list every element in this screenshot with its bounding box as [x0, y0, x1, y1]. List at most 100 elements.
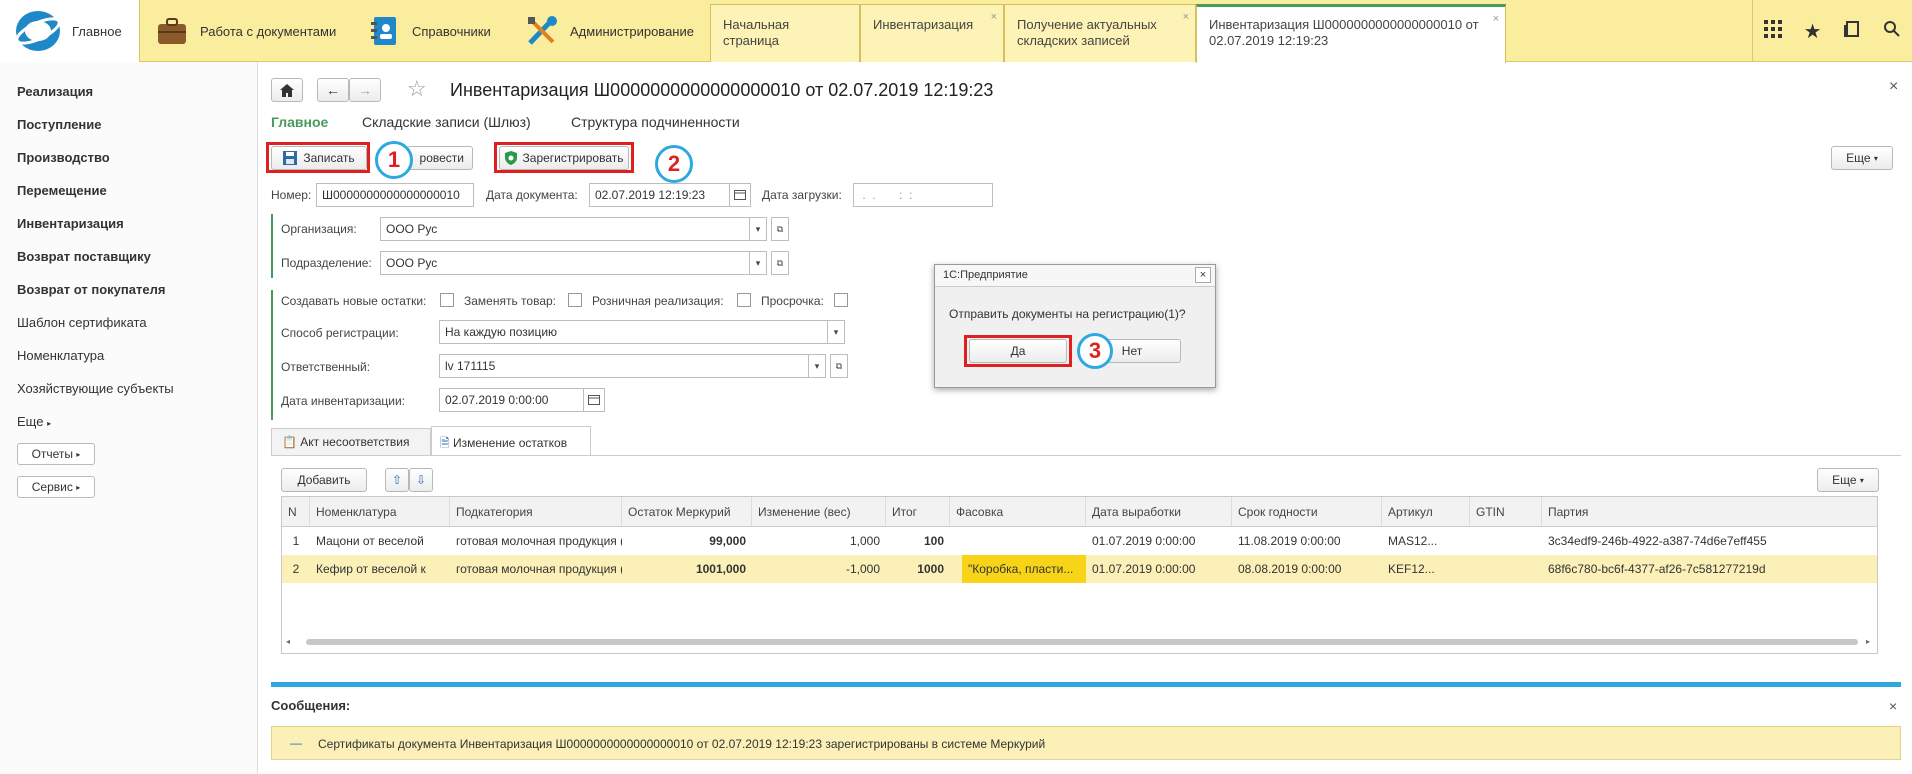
tab-start-page[interactable]: Начальная страница: [710, 4, 860, 62]
home-button[interactable]: [271, 78, 303, 102]
column-header[interactable]: Остаток Меркурий: [622, 497, 752, 527]
form-tab-structure[interactable]: Структура подчиненности: [571, 114, 740, 130]
table-cell[interactable]: 2: [282, 555, 310, 583]
section-references[interactable]: Справочники: [352, 0, 512, 62]
sidebar-item-sales[interactable]: Реализация: [17, 84, 93, 99]
table-cell[interactable]: [950, 527, 1086, 555]
sidebar-item-cert-template[interactable]: Шаблон сертификата: [17, 315, 147, 330]
add-button[interactable]: Добавить: [281, 468, 367, 492]
retail-checkbox[interactable]: [737, 293, 751, 307]
chevron-down-icon[interactable]: ▾: [827, 320, 845, 344]
column-header[interactable]: Дата выработки: [1086, 497, 1232, 527]
table-cell[interactable]: [1470, 527, 1542, 555]
subtab-mismatch-act[interactable]: 📋 Акт несоответствия: [271, 428, 431, 455]
table-cell[interactable]: 100: [886, 527, 950, 555]
org-field[interactable]: ООО Рус: [380, 217, 750, 241]
column-header[interactable]: Фасовка: [950, 497, 1086, 527]
calendar-icon[interactable]: [583, 388, 605, 412]
table-cell[interactable]: 68f6c780-bc6f-4377-af26-7c581277219d: [1542, 555, 1877, 583]
table-cell[interactable]: 1: [282, 527, 310, 555]
forward-button[interactable]: →: [349, 78, 381, 102]
grid-more-button[interactable]: Еще ▾: [1817, 468, 1879, 492]
favorite-star-icon[interactable]: ☆: [407, 76, 427, 102]
column-header[interactable]: Номенклатура: [310, 497, 450, 527]
message-item[interactable]: — Сертификаты документа Инвентаризация Ш…: [271, 726, 1901, 760]
open-link-icon[interactable]: ⧉: [771, 251, 789, 275]
chevron-down-icon[interactable]: ▾: [808, 354, 826, 378]
dept-field[interactable]: ООО Рус: [380, 251, 750, 275]
column-header[interactable]: Подкатегория: [450, 497, 622, 527]
responsible-field[interactable]: lv 171115: [439, 354, 809, 378]
close-icon[interactable]: ×: [991, 9, 997, 25]
back-button[interactable]: ←: [317, 78, 349, 102]
history-icon[interactable]: [1843, 20, 1861, 43]
subtab-rest-change[interactable]: 🗎 Изменение остатков: [431, 426, 591, 456]
section-home[interactable]: Главное: [0, 0, 140, 62]
column-header[interactable]: GTIN: [1470, 497, 1542, 527]
section-docs[interactable]: Работа с документами: [140, 0, 352, 62]
table-cell[interactable]: 01.07.2019 0:00:00: [1086, 527, 1232, 555]
number-field[interactable]: Ш0000000000000000010: [316, 183, 474, 207]
table-cell[interactable]: 08.08.2019 0:00:00: [1232, 555, 1382, 583]
table-cell[interactable]: "Коробка, пласти...: [962, 555, 1086, 583]
table-cell[interactable]: KEF12...: [1382, 555, 1470, 583]
dialog-close-icon[interactable]: ×: [1195, 267, 1211, 283]
table-cell[interactable]: [1470, 555, 1542, 583]
table-cell[interactable]: 01.07.2019 0:00:00: [1086, 555, 1232, 583]
sidebar-item-transfer[interactable]: Перемещение: [17, 183, 107, 198]
search-icon[interactable]: [1883, 20, 1901, 43]
open-link-icon[interactable]: ⧉: [830, 354, 848, 378]
table-cell[interactable]: готовая молочная продукция (): [450, 555, 622, 583]
load-date-field[interactable]: . . : :: [853, 183, 993, 207]
doc-date-field[interactable]: 02.07.2019 12:19:23: [589, 183, 731, 207]
replace-checkbox[interactable]: [568, 293, 582, 307]
sidebar-item-return-supplier[interactable]: Возврат поставщику: [17, 249, 151, 264]
sidebar-item-production[interactable]: Производство: [17, 150, 110, 165]
chevron-down-icon[interactable]: ▾: [749, 217, 767, 241]
form-tab-main[interactable]: Главное: [271, 114, 328, 130]
close-icon[interactable]: ×: [1493, 11, 1499, 27]
sidebar-item-inventory[interactable]: Инвентаризация: [17, 216, 124, 231]
overdue-checkbox[interactable]: [834, 293, 848, 307]
tab-inventory-list[interactable]: Инвентаризация ×: [860, 4, 1004, 62]
close-icon[interactable]: ×: [1183, 9, 1189, 25]
section-admin[interactable]: Администрирование: [512, 0, 710, 62]
scroll-left-icon[interactable]: ◂: [286, 637, 290, 646]
messages-close-icon[interactable]: ×: [1889, 698, 1897, 714]
column-header[interactable]: Изменение (вес): [752, 497, 886, 527]
sidebar-item-return-customer[interactable]: Возврат от покупателя: [17, 282, 165, 297]
invdate-field[interactable]: 02.07.2019 0:00:00: [439, 388, 585, 412]
table-cell[interactable]: 1,000: [752, 527, 886, 555]
reports-button[interactable]: Отчеты ▸: [17, 443, 95, 465]
column-header[interactable]: Партия: [1542, 497, 1877, 527]
open-link-icon[interactable]: ⧉: [771, 217, 789, 241]
table-cell[interactable]: 1001,000: [622, 555, 752, 583]
table-cell[interactable]: -1,000: [752, 555, 886, 583]
column-header[interactable]: N: [282, 497, 310, 527]
move-up-button[interactable]: ⇧: [385, 468, 409, 492]
star-icon[interactable]: ★: [1804, 19, 1822, 44]
table-cell[interactable]: Кефир от веселой к: [310, 555, 450, 583]
tab-inventory-doc[interactable]: Инвентаризация Ш0000000000000000010 от 0…: [1196, 4, 1506, 63]
table-cell[interactable]: 99,000: [622, 527, 752, 555]
calendar-icon[interactable]: [729, 183, 751, 207]
table-cell[interactable]: MAS12...: [1382, 527, 1470, 555]
table-cell[interactable]: готовая молочная продукция (): [450, 527, 622, 555]
apps-grid-icon[interactable]: [1763, 19, 1782, 43]
move-down-button[interactable]: ⇩: [409, 468, 433, 492]
new-rest-checkbox[interactable]: [440, 293, 454, 307]
post-button[interactable]: ровести: [407, 146, 473, 170]
more-button[interactable]: Еще ▾: [1831, 146, 1893, 170]
column-header[interactable]: Итог: [886, 497, 950, 527]
column-header[interactable]: Артикул: [1382, 497, 1470, 527]
sidebar-more[interactable]: Еще ▸: [17, 414, 51, 429]
scroll-right-icon[interactable]: ▸: [1866, 637, 1870, 646]
scrollbar-thumb[interactable]: [306, 639, 1858, 645]
form-tab-warehouse[interactable]: Складские записи (Шлюз): [362, 114, 531, 130]
table-cell[interactable]: 3c34edf9-246b-4922-a387-74d6e7eff455: [1542, 527, 1877, 555]
form-close-icon[interactable]: ×: [1889, 78, 1898, 96]
service-button[interactable]: Сервис ▸: [17, 476, 95, 498]
chevron-down-icon[interactable]: ▾: [749, 251, 767, 275]
column-header[interactable]: Срок годности: [1232, 497, 1382, 527]
sidebar-item-entities[interactable]: Хозяйствующие субъекты: [17, 381, 174, 396]
